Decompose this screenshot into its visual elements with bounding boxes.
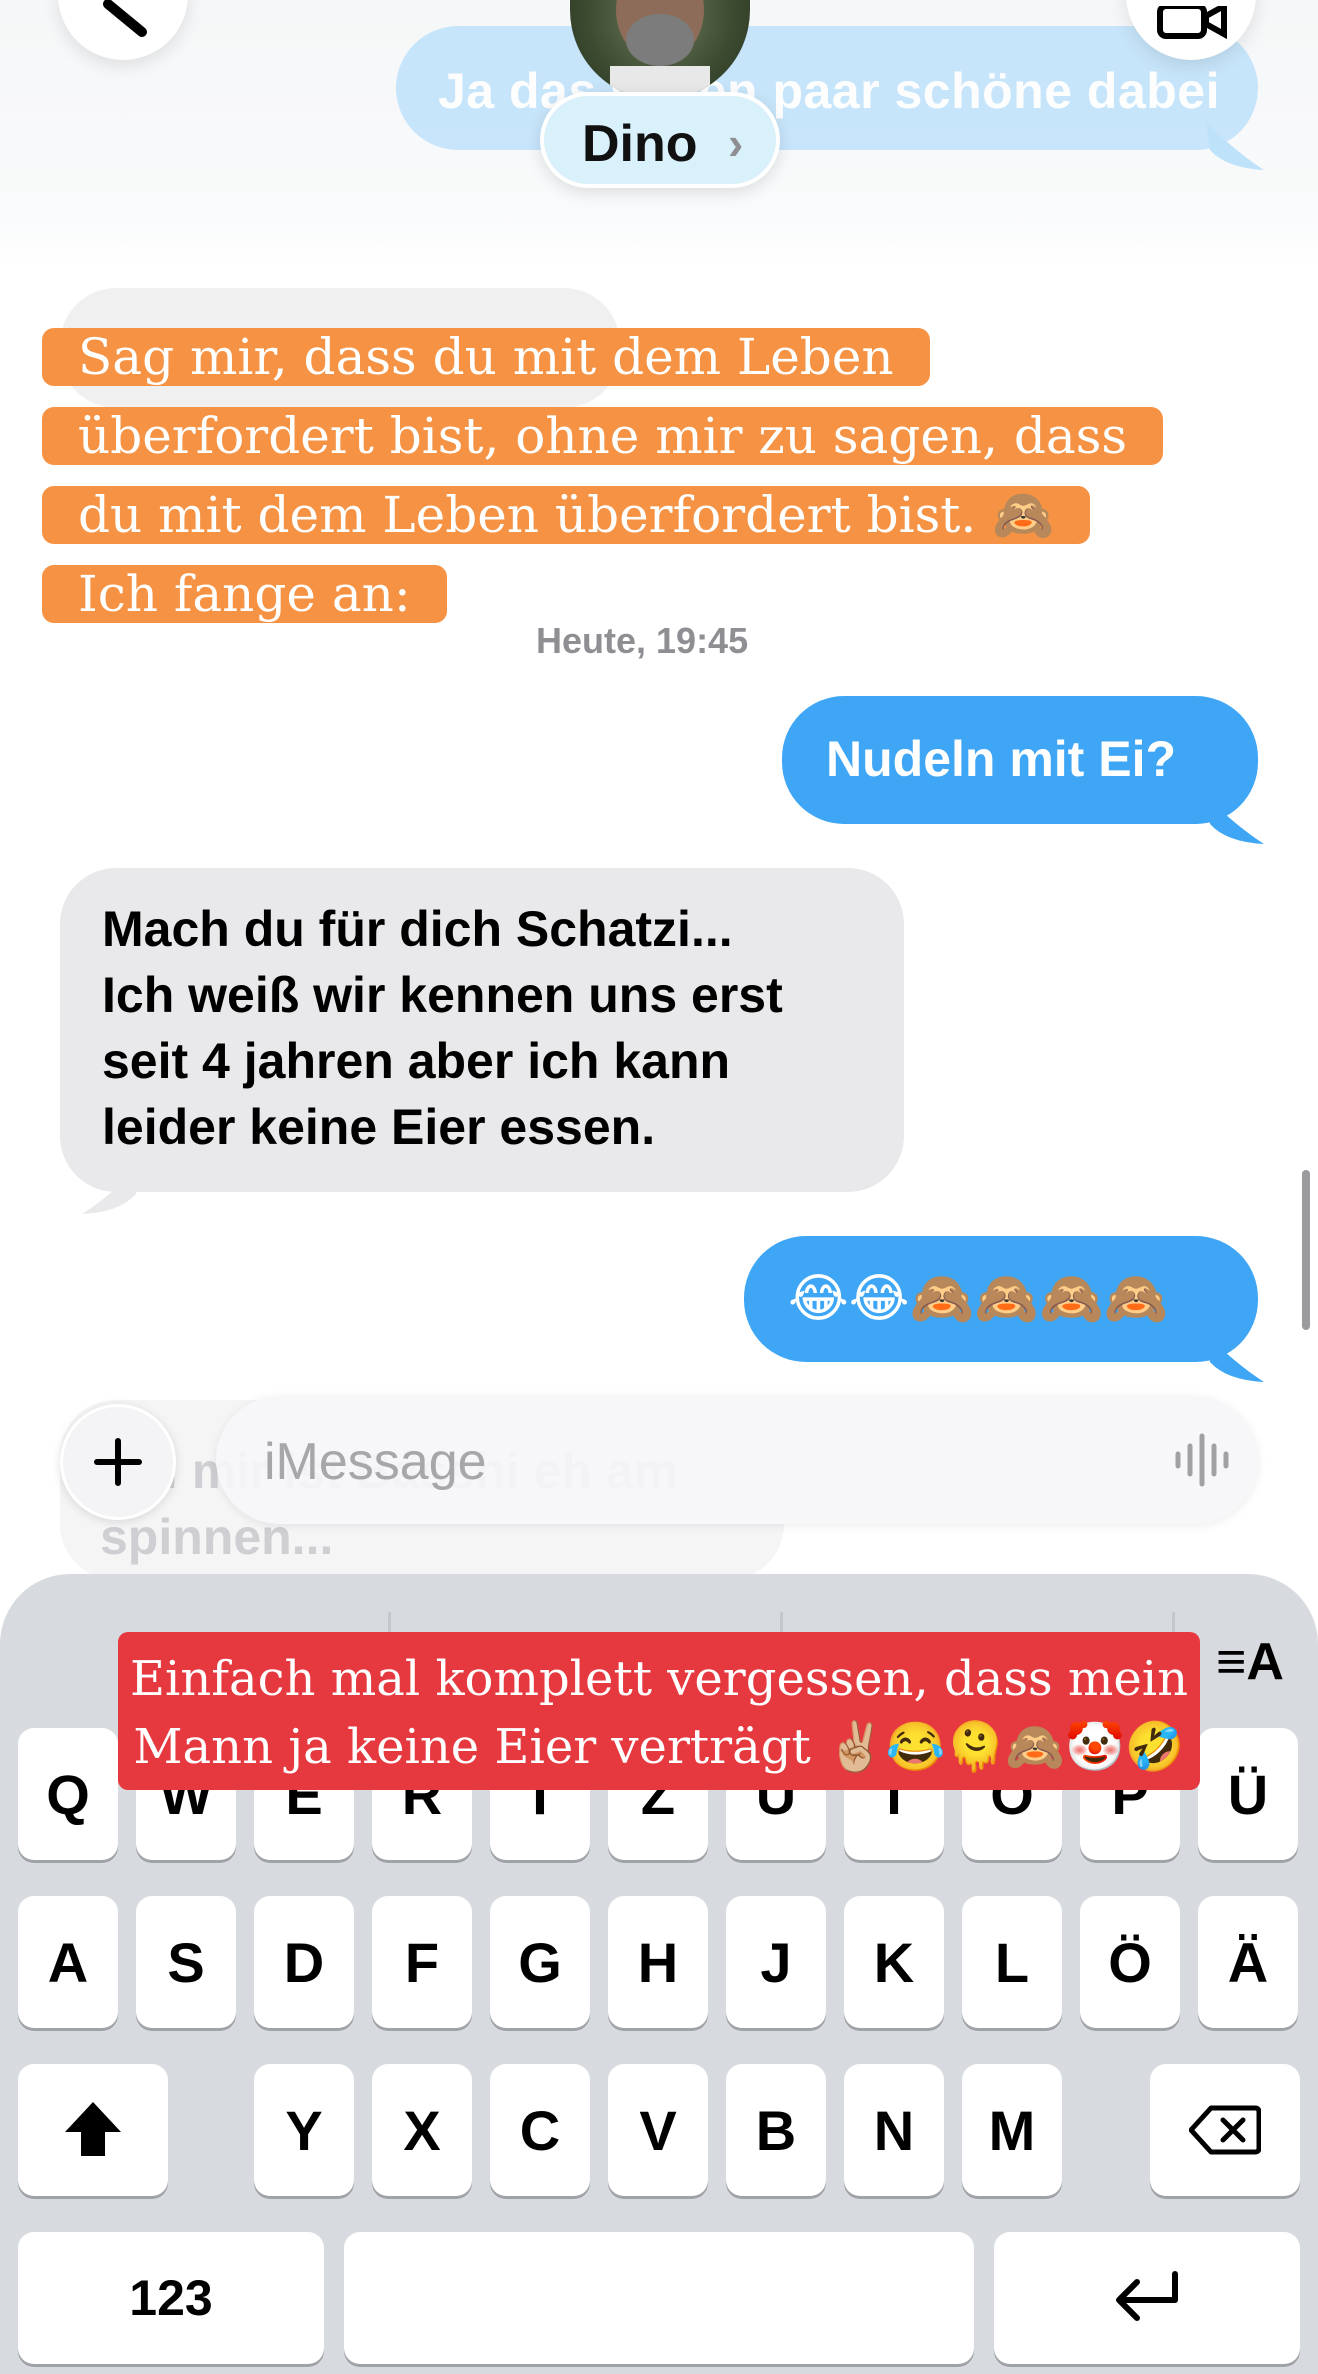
message-timestamp: Heute, 19:45 — [536, 620, 749, 661]
message-line: leider keine Eier essen. — [102, 1099, 656, 1155]
key-g[interactable]: G — [490, 1896, 590, 2028]
key-l[interactable]: L — [962, 1896, 1062, 2028]
input-placeholder: iMessage — [264, 1433, 487, 1491]
key-x[interactable]: X — [372, 2064, 472, 2196]
sent-message-bubble[interactable]: 😂😂🙈🙈🙈🙈 — [744, 1236, 1258, 1362]
key-c[interactable]: C — [490, 2064, 590, 2196]
audio-waveform-icon[interactable] — [1172, 1432, 1232, 1488]
received-message-bubble[interactable]: Mach du für dich Schatzi... Ich weiß wir… — [60, 868, 904, 1192]
sent-bubble-tail — [1206, 796, 1264, 844]
contact-name-pill[interactable]: Dino › — [540, 92, 780, 188]
key-ä[interactable]: Ä — [1198, 1896, 1298, 2028]
caption-line: Einfach mal komplett vergessen, dass mei… — [129, 1651, 1189, 1707]
backspace-icon — [1189, 2105, 1261, 2155]
key-v[interactable]: V — [608, 2064, 708, 2196]
previous-sent-bubble: Ja das waren paar schöne dabei — [396, 26, 1258, 150]
key-k[interactable]: K — [844, 1896, 944, 2028]
caption-line: du mit dem Leben überfordert bist. 🙈 — [42, 486, 1091, 544]
message-line: Mach du für dich Schatzi... — [102, 901, 733, 957]
sent-bubble-tail — [1206, 1334, 1264, 1382]
key-n[interactable]: N — [844, 2064, 944, 2196]
caption-line: überfordert bist, ohne mir zu sagen, das… — [42, 407, 1164, 465]
shift-arrow-icon — [65, 2102, 121, 2156]
received-bubble-tail — [82, 1166, 140, 1214]
scroll-indicator[interactable] — [1302, 1170, 1310, 1330]
chevron-left-icon — [103, 0, 147, 37]
text-format-icon: ≡A — [1216, 1633, 1284, 1691]
add-attachment-button[interactable] — [60, 1404, 176, 1520]
key-j[interactable]: J — [726, 1896, 826, 2028]
shift-key[interactable] — [18, 2064, 168, 2196]
delete-key[interactable] — [1150, 2064, 1300, 2196]
numbers-key-label: 123 — [129, 2270, 213, 2326]
text-format-button[interactable]: ≡A — [1216, 1632, 1284, 1692]
caption-line: Ich fange an: — [42, 565, 447, 623]
caption-line: Mann ja keine Eier verträgt ✌🏼😂🫠🙈🤡🤣 — [133, 1719, 1185, 1775]
caption-line: Sag mir, dass du mit dem Leben — [42, 328, 930, 386]
key-a[interactable]: A — [18, 1896, 118, 2028]
key-ü[interactable]: Ü — [1198, 1728, 1298, 1860]
key-b[interactable]: B — [726, 2064, 826, 2196]
key-h[interactable]: H — [608, 1896, 708, 2028]
contact-name: Dino — [582, 115, 698, 173]
sent-message-bubble[interactable]: Nudeln mit Ei? — [782, 696, 1258, 824]
video-camera-icon — [1157, 6, 1227, 40]
key-ö[interactable]: Ö — [1080, 1896, 1180, 2028]
caption-overlay-top: Sag mir, dass du mit dem Leben überforde… — [42, 318, 1242, 634]
caption-overlay-bottom: Einfach mal komplett vergessen, dass mei… — [118, 1632, 1200, 1790]
key-f[interactable]: F — [372, 1896, 472, 2028]
plus-icon — [94, 1438, 142, 1486]
key-y[interactable]: Y — [254, 2064, 354, 2196]
return-arrow-icon — [1116, 2271, 1178, 2321]
return-key[interactable] — [994, 2232, 1300, 2364]
space-key[interactable] — [344, 2232, 974, 2364]
numbers-key[interactable]: 123 — [18, 2232, 324, 2364]
message-text: Nudeln mit Ei? — [826, 731, 1176, 787]
key-m[interactable]: M — [962, 2064, 1062, 2196]
message-text: Mach du für dich Schatzi... Ich weiß wir… — [102, 896, 783, 1160]
message-line: Ich weiß wir kennen uns erst — [102, 967, 783, 1023]
previous-sent-bubble-tail — [1206, 122, 1264, 170]
chevron-right-icon: › — [728, 117, 744, 169]
message-text: 😂😂🙈🙈🙈🙈 — [788, 1270, 1169, 1328]
key-d[interactable]: D — [254, 1896, 354, 2028]
key-s[interactable]: S — [136, 1896, 236, 2028]
key-q[interactable]: Q — [18, 1728, 118, 1860]
message-line: seit 4 jahren aber ich kann — [102, 1033, 731, 1089]
imessage-input[interactable]: iMessage — [216, 1396, 1258, 1524]
